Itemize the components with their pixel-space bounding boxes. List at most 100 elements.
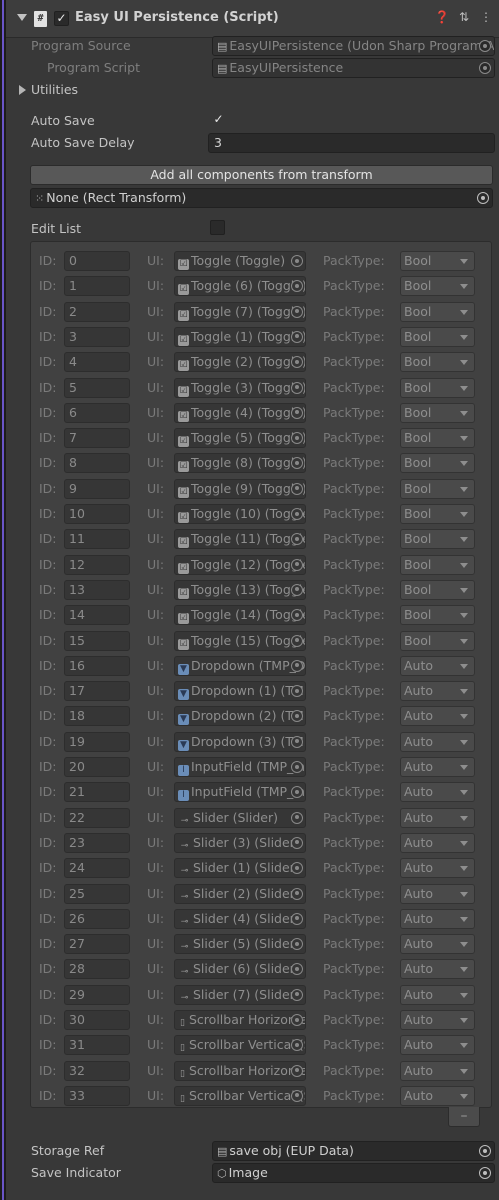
object-picker-icon[interactable] <box>479 62 491 74</box>
utilities-foldout[interactable]: Utilities <box>31 82 78 97</box>
id-input[interactable]: 22 <box>64 807 130 828</box>
pack-type-dropdown[interactable]: Auto <box>400 832 475 853</box>
foldout-arrow-icon[interactable] <box>17 14 27 21</box>
object-picker-icon[interactable] <box>479 1167 491 1179</box>
ui-object-field[interactable]: ☑ Toggle (8) (Toggle) <box>174 453 306 474</box>
pack-type-dropdown[interactable]: Bool <box>400 453 475 474</box>
id-input[interactable]: 19 <box>64 731 130 752</box>
pack-type-dropdown[interactable]: Auto <box>400 706 475 727</box>
id-input[interactable]: 27 <box>64 934 130 955</box>
edit-list-checkbox[interactable] <box>210 220 225 235</box>
ui-object-field[interactable]: ▯ Scrollbar Horizontal (Scrollbar) <box>174 1010 306 1030</box>
object-picker-icon[interactable] <box>291 887 303 900</box>
remove-item-button[interactable]: – <box>448 1107 480 1127</box>
ui-object-field[interactable]: ⊸ Slider (Slider) <box>174 807 306 828</box>
id-input[interactable]: 31 <box>64 1035 130 1056</box>
id-input[interactable]: 24 <box>64 858 130 879</box>
id-input[interactable]: 2 <box>64 301 130 322</box>
utilities-foldout-icon[interactable] <box>19 85 26 95</box>
id-input[interactable]: 3 <box>64 326 130 347</box>
id-input[interactable]: 11 <box>64 529 130 550</box>
ui-object-field[interactable]: ▼Dropdown (2) (TMP_Dropdown) <box>174 706 306 727</box>
ui-object-field[interactable]: ☑ Toggle (5) (Toggle) <box>174 428 306 449</box>
object-picker-icon[interactable] <box>291 381 303 394</box>
id-input[interactable]: 1 <box>64 276 130 297</box>
ui-object-field[interactable]: ☑ Toggle (7) (Toggle) <box>174 301 306 322</box>
object-picker-icon[interactable] <box>291 305 303 318</box>
object-picker-icon[interactable] <box>291 508 303 520</box>
ui-object-field[interactable]: ☑ Toggle (15) (Toggle) <box>174 630 306 651</box>
pack-type-dropdown[interactable]: Auto <box>400 807 475 828</box>
program-source-field[interactable]: ▤EasyUIPersistence (Udon Sharp Program A… <box>212 36 495 56</box>
ui-object-field[interactable]: ⊸ Slider (1) (Slider) <box>174 858 306 879</box>
ui-object-field[interactable]: ⊸ Slider (4) (Slider) <box>174 908 306 929</box>
object-picker-icon[interactable] <box>291 583 303 596</box>
id-input[interactable]: 15 <box>64 630 130 651</box>
auto-save-checkbox[interactable]: ✓ <box>211 112 226 127</box>
object-picker-icon[interactable] <box>291 988 303 1001</box>
pack-type-dropdown[interactable]: Bool <box>400 529 475 550</box>
object-picker-icon[interactable] <box>291 761 303 773</box>
object-picker-icon[interactable] <box>291 735 303 748</box>
object-picker-icon[interactable] <box>291 1064 303 1077</box>
pack-type-dropdown[interactable]: Bool <box>400 630 475 651</box>
pack-type-dropdown[interactable]: Auto <box>400 934 475 955</box>
ui-object-field[interactable]: ☑ Toggle (6) (Toggle) <box>174 276 306 297</box>
id-input[interactable]: 9 <box>64 478 130 499</box>
pack-type-dropdown[interactable]: Auto <box>400 858 475 879</box>
ui-object-field[interactable]: ☑ Toggle (2) (Toggle) <box>174 352 306 373</box>
pack-type-dropdown[interactable]: Bool <box>400 276 475 297</box>
ui-object-field[interactable]: ▼Dropdown (3) (TMP_Dropdown) <box>174 731 306 752</box>
pack-type-dropdown[interactable]: Auto <box>400 655 475 676</box>
id-input[interactable]: 4 <box>64 352 130 373</box>
ui-object-field[interactable]: ☑ Toggle (3) (Toggle) <box>174 377 306 398</box>
object-picker-icon[interactable] <box>291 634 303 647</box>
id-input[interactable]: 8 <box>64 453 130 474</box>
object-picker-icon[interactable] <box>291 558 303 571</box>
id-input[interactable]: 0 <box>64 251 130 271</box>
pack-type-dropdown[interactable]: Auto <box>400 1085 475 1106</box>
pack-type-dropdown[interactable]: Bool <box>400 301 475 322</box>
ui-object-field[interactable]: ⊸ Slider (6) (Slider) <box>174 959 306 980</box>
ui-object-field[interactable]: ☑ Toggle (12) (Toggle) <box>174 554 306 575</box>
object-picker-icon[interactable] <box>291 406 303 419</box>
id-input[interactable]: 28 <box>64 959 130 980</box>
pack-type-dropdown[interactable]: Auto <box>400 1035 475 1056</box>
pack-type-dropdown[interactable]: Bool <box>400 554 475 575</box>
ui-object-field[interactable]: ☑ Toggle (9) (Toggle) <box>174 478 306 499</box>
id-input[interactable]: 26 <box>64 908 130 929</box>
pack-type-dropdown[interactable]: Auto <box>400 984 475 1005</box>
id-input[interactable]: 10 <box>64 504 130 524</box>
presets-icon[interactable]: ⇅ <box>456 10 472 24</box>
program-script-field[interactable]: ▤ EasyUIPersistence <box>212 58 495 78</box>
object-picker-icon[interactable] <box>291 482 303 495</box>
pack-type-dropdown[interactable]: Bool <box>400 402 475 423</box>
ui-object-field[interactable]: ▯ Scrollbar Vertical (Scrollbar) <box>174 1035 306 1056</box>
ui-object-field[interactable]: ☑ Toggle (1) (Toggle) <box>174 326 306 347</box>
component-enabled-checkbox[interactable]: ✓ <box>54 11 69 26</box>
ui-object-field[interactable]: ☑ Toggle (Toggle) <box>174 251 306 271</box>
pack-type-dropdown[interactable]: Bool <box>400 579 475 600</box>
ui-object-field[interactable]: ▼Dropdown (1) (TMP_Dropdown) <box>174 681 306 702</box>
pack-type-dropdown[interactable]: Bool <box>400 251 475 271</box>
pack-type-dropdown[interactable]: Bool <box>400 377 475 398</box>
id-input[interactable]: 16 <box>64 655 130 676</box>
ui-object-field[interactable]: ☑ Toggle (4) (Toggle) <box>174 402 306 423</box>
help-icon[interactable]: ❓ <box>434 10 450 24</box>
rect-transform-field[interactable]: ⁙ None (Rect Transform) <box>30 188 493 208</box>
pack-type-dropdown[interactable]: Bool <box>400 478 475 499</box>
ui-object-field[interactable]: ☑ Toggle (11) (Toggle) <box>174 529 306 550</box>
context-menu-icon[interactable]: ⋮ <box>478 10 494 24</box>
ui-object-field[interactable]: ⊸ Slider (2) (Slider) <box>174 883 306 904</box>
ui-object-field[interactable]: ⊸ Slider (3) (Slider) <box>174 832 306 853</box>
id-input[interactable]: 29 <box>64 984 130 1005</box>
id-input[interactable]: 13 <box>64 579 130 600</box>
pack-type-dropdown[interactable]: Bool <box>400 605 475 626</box>
add-all-components-button[interactable]: Add all components from transform <box>30 165 493 185</box>
pack-type-dropdown[interactable]: Auto <box>400 757 475 777</box>
object-picker-icon[interactable] <box>291 659 303 672</box>
id-input[interactable]: 12 <box>64 554 130 575</box>
pack-type-dropdown[interactable]: Auto <box>400 1010 475 1030</box>
object-picker-icon[interactable] <box>291 938 303 951</box>
ui-object-field[interactable]: ⊸ Slider (7) (Slider) <box>174 984 306 1005</box>
